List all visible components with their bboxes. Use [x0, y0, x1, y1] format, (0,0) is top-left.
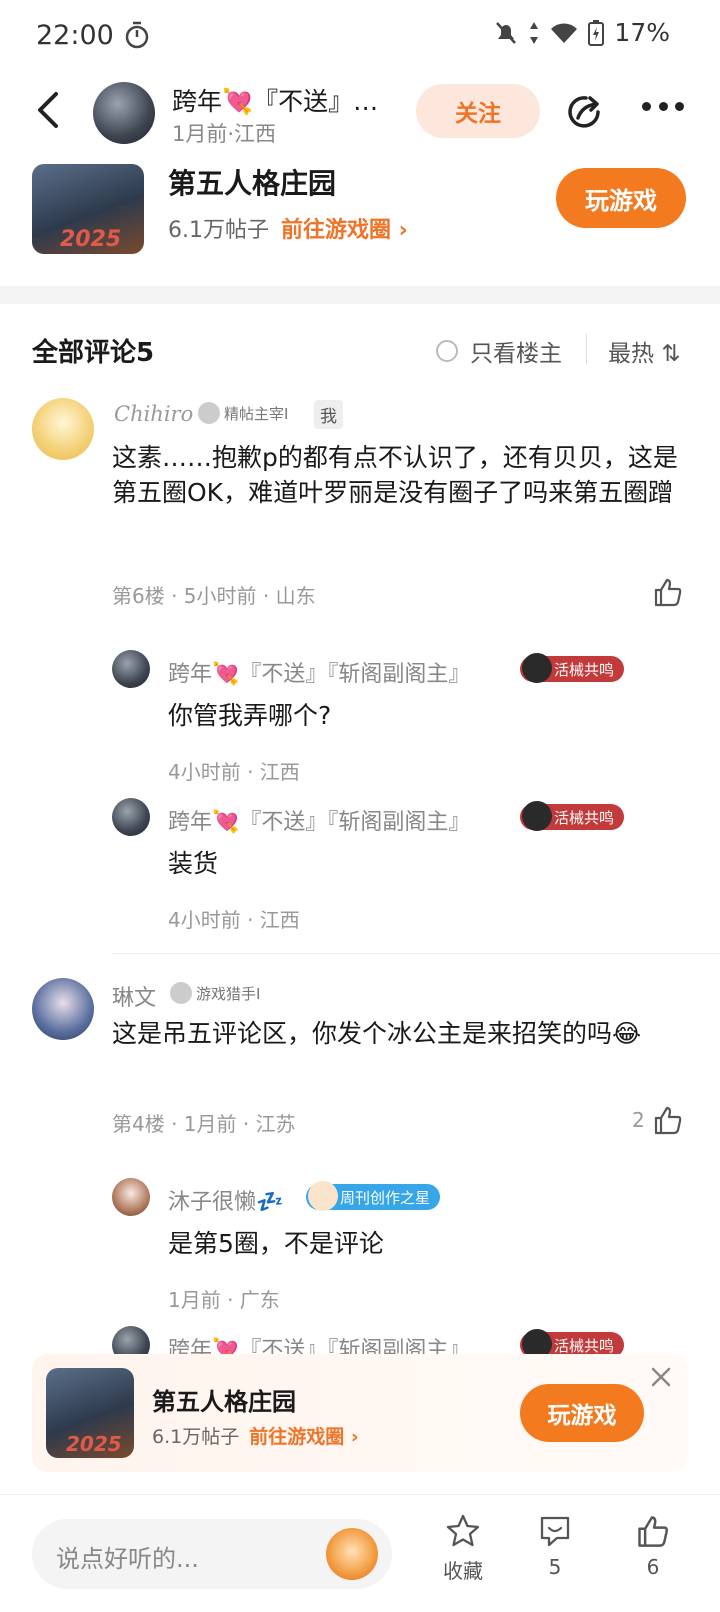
game-card: 2025 第五人格庄园 6.1万帖子 前往游戏圈 › 玩游戏 [0, 154, 720, 286]
comment-text: 这素……抱歉p的都有点不认识了，还有贝贝，这是第五圈OK，难道叶罗丽是没有圈子了… [112, 443, 678, 507]
medal-badge: 活械共鸣 [520, 653, 625, 683]
reply-avatar[interactable] [112, 1178, 150, 1216]
game-thumbnail[interactable]: 2025 [46, 1368, 134, 1458]
comment-input[interactable]: 说点好听的... [32, 1519, 392, 1589]
comment-username[interactable]: Chihiro [114, 402, 193, 426]
star-icon [446, 1514, 480, 1547]
only-op-label: 只看楼主 [470, 341, 562, 367]
comment-input-placeholder: 说点好听的... [56, 1545, 199, 1573]
play-game-button[interactable]: 玩游戏 [520, 1384, 644, 1442]
author-name[interactable]: 跨年💘『不送』… [172, 82, 402, 118]
game-post-count: 6.1万帖子 [152, 1426, 240, 1448]
like-icon [638, 1516, 669, 1547]
comment-button[interactable]: 5 [520, 1513, 590, 1579]
comment-divider [112, 953, 720, 954]
badge-icon [170, 982, 192, 1004]
reply-meta: 4小时前 · 江西 [168, 760, 300, 784]
mascot-icon[interactable] [326, 1528, 378, 1580]
only-op-toggle[interactable]: 只看楼主 [436, 334, 562, 368]
comment-bubble-icon [540, 1516, 570, 1547]
game-circle-link[interactable]: 前往游戏圈 › [249, 1426, 358, 1448]
comment-meta: 第6楼 · 5小时前 · 山东 [112, 584, 316, 608]
game-meta: 6.1万帖子 前往游戏圈 › [168, 212, 408, 244]
like-icon[interactable] [652, 1104, 684, 1136]
game-title[interactable]: 第五人格庄园 [168, 162, 336, 202]
back-arrow-icon[interactable] [30, 86, 70, 134]
reply-avatar[interactable] [112, 650, 150, 688]
comment-text: 这是吊五评论区，你发个冰公主是来招笑的吗😂 [112, 1019, 642, 1048]
comment-avatar[interactable] [32, 978, 94, 1040]
mute-bell-icon [496, 21, 517, 44]
favorite-label: 收藏 [443, 1559, 483, 1583]
game-thumbnail-year: 2025 [60, 227, 122, 252]
like-count: 2 [632, 1108, 645, 1132]
comment-meta: 第4楼 · 1月前 · 江苏 [112, 1112, 296, 1136]
reply-username[interactable]: 跨年💘『不送』『斩阁副阁主』 [168, 804, 470, 836]
comments-title: 全部评论5 [32, 338, 155, 368]
battery-icon [588, 19, 605, 46]
comments-toolbar: 全部评论5 只看楼主 最热 ⇅ [0, 304, 720, 396]
badge-icon [198, 402, 220, 424]
user-badge: 游戏猎手I [170, 982, 260, 1004]
medal-badge: 活械共鸣 [520, 801, 625, 831]
play-game-button[interactable]: 玩游戏 [556, 168, 686, 228]
wifi-icon [551, 22, 578, 43]
reply-text: 是第5圈，不是评论 [168, 1229, 384, 1258]
game-thumbnail-year: 2025 [66, 1432, 122, 1456]
bottom-action-bar: 说点好听的... 收藏 5 6 [0, 1494, 720, 1612]
status-bar: 22:00 17% [0, 0, 720, 72]
game-meta: 6.1万帖子 前往游戏圈 › [152, 1422, 359, 1449]
post-time-location: 1月前·江西 [172, 122, 277, 146]
reply-username[interactable]: 跨年💘『不送』『斩阁副阁主』 [168, 656, 470, 688]
like-button[interactable]: 6 [618, 1513, 688, 1579]
favorite-button[interactable]: 收藏 [428, 1513, 498, 1584]
battery-level: 17% [614, 18, 670, 47]
stopwatch-icon [125, 21, 149, 49]
reply-meta: 1月前 · 广东 [168, 1288, 280, 1312]
medal-badge: 周刊创作之星 [306, 1181, 441, 1211]
reply-meta: 4小时前 · 江西 [168, 908, 300, 932]
like-count: 6 [646, 1555, 660, 1579]
more-options-icon[interactable] [642, 102, 684, 116]
game-circle-link[interactable]: 前往游戏圈 › [281, 218, 408, 243]
section-divider [0, 286, 720, 304]
status-time: 22:00 [36, 20, 114, 51]
floating-game-card: 2025 第五人格庄园 6.1万帖子 前往游戏圈 › 玩游戏 [32, 1354, 688, 1472]
sort-dropdown[interactable]: 最热 ⇅ [608, 334, 681, 368]
share-icon[interactable] [562, 90, 606, 134]
comment-avatar[interactable] [32, 398, 94, 460]
user-badge: 精帖主宰I [198, 402, 288, 424]
author-avatar[interactable] [93, 82, 155, 144]
game-title[interactable]: 第五人格庄园 [152, 1382, 296, 1417]
game-thumbnail[interactable]: 2025 [32, 164, 144, 254]
me-tag: 我 [314, 400, 343, 429]
reply-username[interactable]: 沐子很懒💤 [168, 1184, 283, 1216]
game-post-count: 6.1万帖子 [168, 218, 269, 243]
toolbar-separator [586, 334, 587, 364]
data-arrows-icon [530, 21, 539, 44]
reply-text: 装货 [168, 849, 219, 878]
close-icon[interactable] [646, 1362, 676, 1392]
follow-button[interactable]: 关注 [416, 84, 540, 138]
reply-avatar[interactable] [112, 798, 150, 836]
reply-text: 你管我弄哪个? [168, 701, 332, 730]
comment-username[interactable]: 琳文 [112, 980, 156, 1012]
like-icon[interactable] [652, 576, 684, 608]
radio-icon[interactable] [436, 340, 458, 362]
post-header: 跨年💘『不送』… 1月前·江西 关注 [0, 72, 720, 154]
comment-count: 5 [548, 1555, 562, 1579]
